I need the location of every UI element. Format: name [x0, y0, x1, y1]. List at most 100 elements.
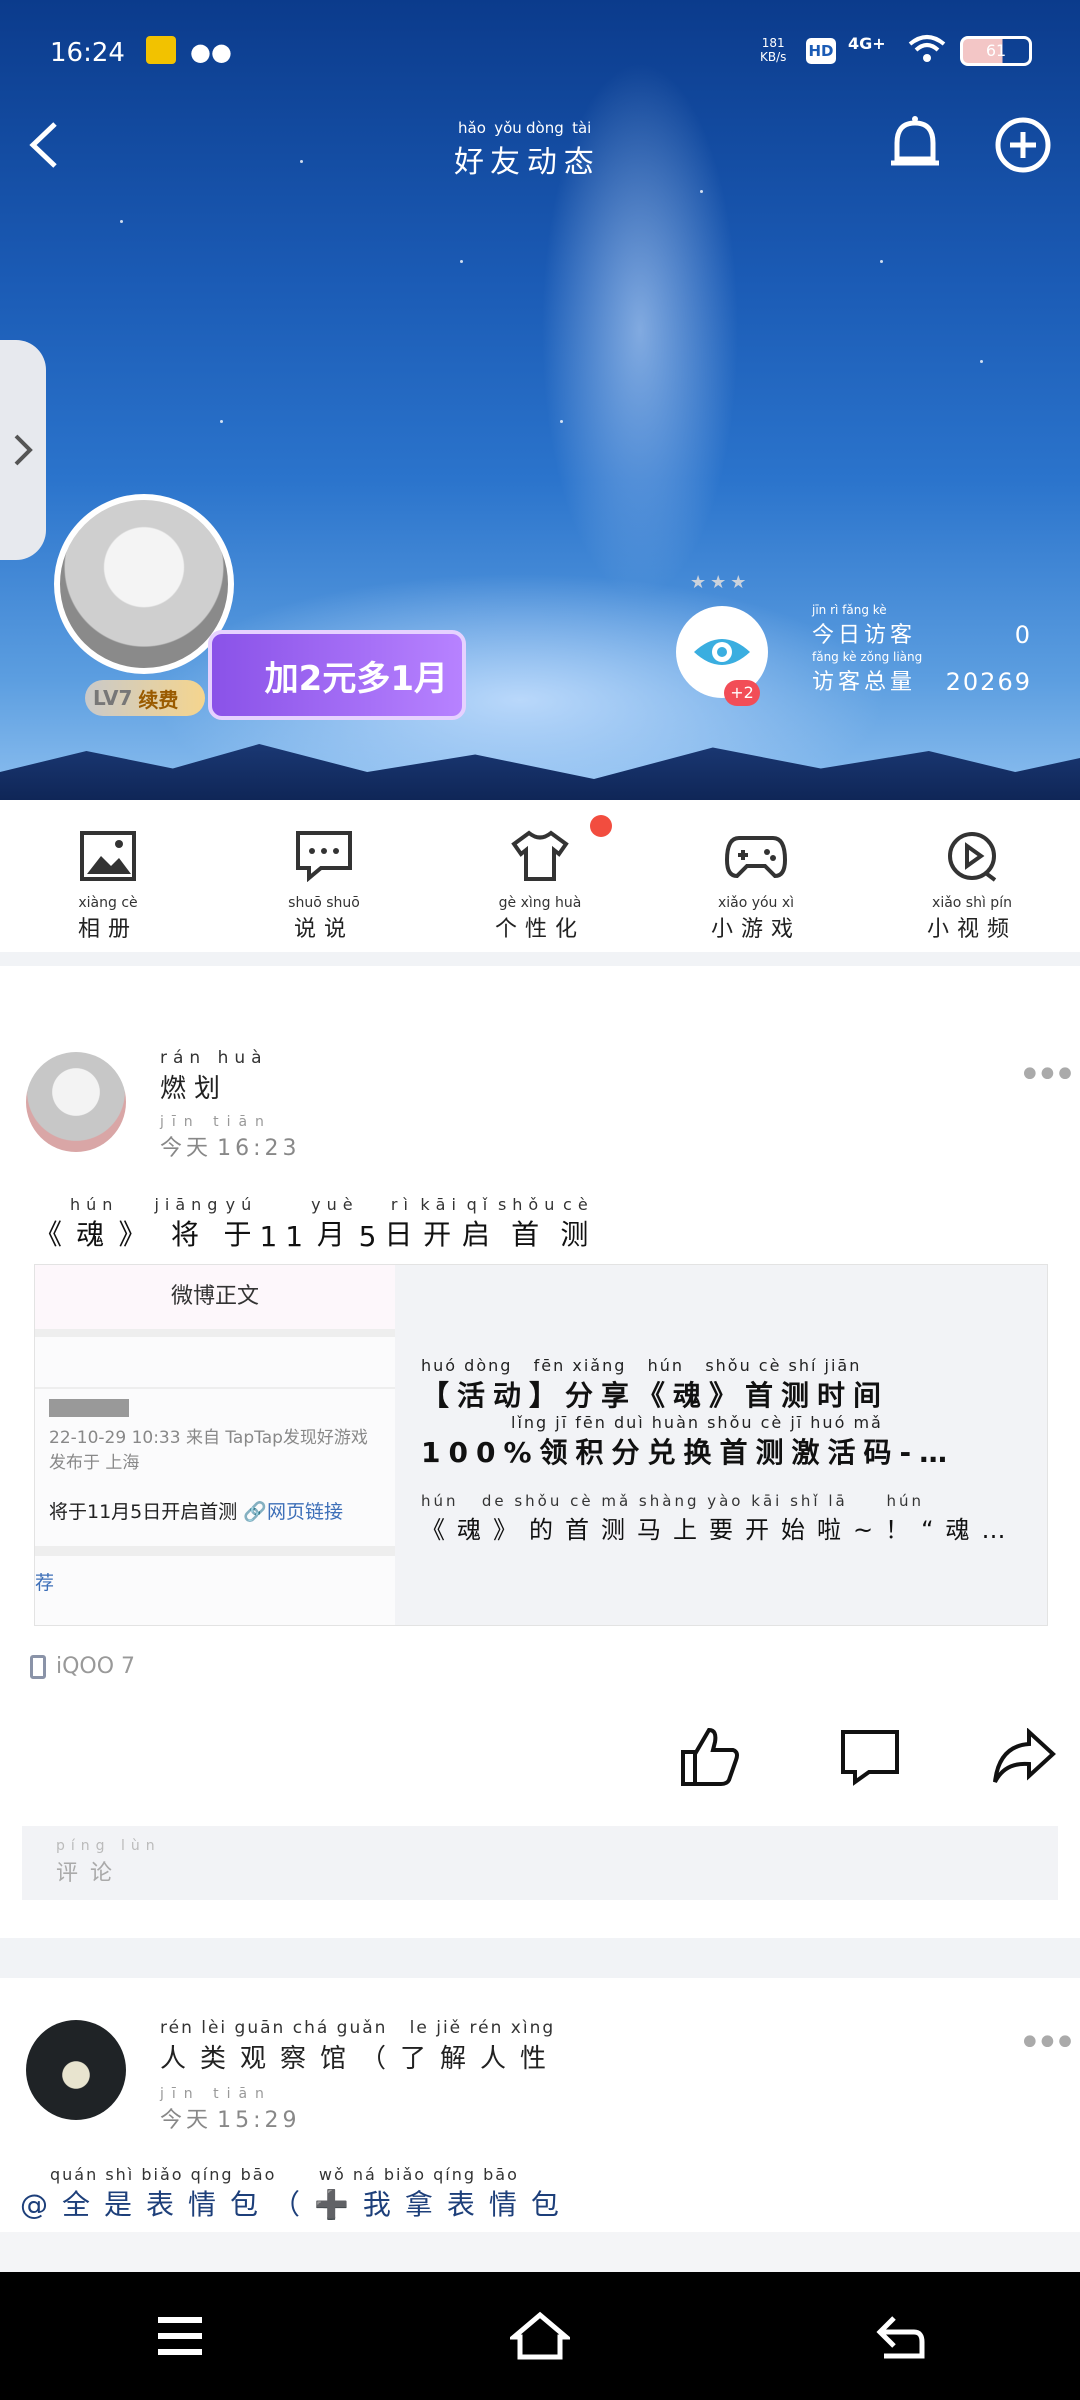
net-speed-unit: KB/s: [760, 50, 787, 64]
page-title: hǎo 好 yǒu 友 dòng 动 tài 态: [454, 120, 600, 181]
post-text-char-pinyin: [359, 1203, 385, 1220]
post-text: 《 hún 魂 》 jiāng 将 yú 于 11 yuè 月 5 rì 日 kāi 开 qǐ 启 shǒu 首…: [34, 1196, 596, 1253]
share-button[interactable]: [984, 1722, 1064, 1792]
post-text-char: kāi 开: [420, 1196, 462, 1253]
mountain-silhouette: [0, 744, 1080, 800]
back-button[interactable]: [14, 110, 74, 180]
title-char: hǎo 好: [454, 120, 490, 181]
timestamp-time: 15:29: [217, 2108, 301, 2133]
post-text-char-pinyin: hún: [70, 1195, 119, 1214]
nav-shuoshuo-label: 说说: [293, 917, 354, 942]
section-divider: [0, 1938, 1080, 1978]
renew-text: 续费: [138, 687, 179, 712]
status-time: 16:24: [50, 38, 125, 68]
total-visitors-label: 访客总量: [812, 670, 917, 695]
personalize-notification-dot: [590, 815, 612, 837]
nav-album[interactable]: xiàng cè 相册: [0, 800, 216, 952]
post-text-char: yuè 月: [311, 1196, 358, 1253]
plus-circle-icon: [995, 117, 1051, 173]
nav-personalize[interactable]: gè xìng huà 个性化: [432, 800, 648, 952]
feature-nav: xiàng cè 相册 shuō shuō 说说 gè xìng huà 个性化…: [0, 800, 1080, 952]
comment-placeholder: 评论: [56, 1861, 125, 1886]
nav-videos[interactable]: xiǎo shì pín 小视频: [864, 800, 1080, 952]
author-name-text: 人类观察馆（了解人性: [160, 2044, 561, 2074]
title-char-text: 好: [454, 145, 490, 180]
post-text-char-pinyin: jiāng: [154, 1195, 224, 1214]
thumb-meta: 22-10-29 10:33 来自 TapTap发现好游戏: [49, 1428, 368, 1448]
notification-bell-button[interactable]: [880, 110, 950, 180]
system-navigation-bar: [0, 2272, 1080, 2400]
post-author-avatar[interactable]: [26, 1052, 126, 1152]
menu-icon: [158, 2317, 202, 2355]
link-title-line1: 【活动】分享《魂》首测时间: [421, 1379, 890, 1412]
post-text-char-text: 11: [259, 1220, 312, 1253]
post-text-char-text: 日: [384, 1218, 421, 1251]
like-button[interactable]: [670, 1722, 750, 1792]
link-title-line1-pinyin: huó dòng fēn xiǎng hún shǒu cè shí jiān: [421, 1356, 862, 1375]
timestamp-pinyin: jīn tiān: [160, 2086, 272, 2102]
thumb-body: 将于11月5日开启首测: [49, 1501, 238, 1523]
post-text-char-text: 《: [34, 1218, 71, 1251]
today-visitors-value: 0: [1014, 621, 1032, 649]
menu-button[interactable]: [140, 2296, 220, 2376]
nav-minigames-label: 小游戏: [710, 917, 801, 942]
post-text-char: rì 日: [384, 1196, 420, 1253]
post-author-avatar[interactable]: [26, 2020, 126, 2120]
side-drawer-tab[interactable]: [0, 340, 46, 560]
post-text-char: hún 魂: [70, 1196, 118, 1253]
post-text-char-pinyin: yú: [225, 1195, 258, 1214]
comment-icon: [841, 1730, 899, 1786]
post-author-name[interactable]: rán huà 燃划: [160, 1048, 268, 1105]
post-timestamp: jīn tiān 今天 16:23: [160, 1114, 301, 1162]
post-text-char-text: 月: [316, 1218, 353, 1251]
post-timestamp: jīn tiān 今天 15:29: [160, 2086, 301, 2134]
timestamp-time: 16:23: [217, 1136, 301, 1161]
home-button[interactable]: [500, 2296, 580, 2376]
nav-shuoshuo[interactable]: shuō shuō 说说: [216, 800, 432, 952]
post-text-char: cè 测: [560, 1196, 596, 1253]
hd-icon: HD: [806, 38, 836, 64]
visitor-new-badge: +2: [724, 680, 760, 706]
thumb-header: 微博正文: [35, 1265, 395, 1329]
post-text-char-pinyin: [259, 1203, 311, 1220]
link-thumbnail: 微博正文 22-10-29 10:33 来自 TapTap发现好游戏 发布于 上…: [35, 1265, 395, 1625]
visitor-stats: jīn rì fǎng kè 今日访客 0 fǎng kè zǒng liàng…: [812, 604, 1032, 697]
battery-icon: 61: [960, 36, 1032, 66]
comment-input[interactable]: píng lùn 评论: [22, 1826, 1058, 1900]
post-text-char-pinyin: kāi: [420, 1195, 462, 1214]
post-text-char-text: 将: [170, 1218, 207, 1251]
bell-icon: [891, 116, 939, 166]
total-visitors-value: 20269: [945, 668, 1032, 696]
title-char: dòng 动: [526, 120, 564, 181]
nav-album-label: 相册: [77, 917, 138, 942]
nav-minigames-pinyin: xiǎo yóu xì: [717, 895, 795, 911]
video-icon: [948, 832, 997, 882]
album-icon: [80, 831, 136, 881]
more-options-icon[interactable]: •••: [1018, 1052, 1077, 1098]
more-options-icon[interactable]: •••: [1018, 2020, 1077, 2066]
comment-button[interactable]: [830, 1722, 910, 1792]
post-text-char: 5: [359, 1203, 385, 1253]
today-visitors-label: 今日访客: [812, 623, 917, 648]
link-title-line2-pinyin: lǐng jī fēn duì huàn shǒu cè jī huó mǎ: [511, 1413, 883, 1432]
vip-level-badge[interactable]: LV7 续费: [85, 680, 205, 716]
timestamp-day: 今天: [160, 1136, 213, 1161]
next-row-faded: [0, 2232, 1080, 2272]
post-text-char-pinyin: rì: [390, 1195, 414, 1214]
title-char-text: 态: [563, 145, 600, 180]
profile-avatar[interactable]: [54, 494, 234, 674]
add-button[interactable]: [988, 110, 1058, 180]
post-text-content: @全是表情包（➕我拿表情包: [20, 2188, 573, 2221]
post-text-char: 《: [34, 1196, 70, 1253]
share-icon: [993, 1728, 1056, 1783]
post-author-name[interactable]: rén lèi guān chá guǎn le jiě rén xìng 人类…: [160, 2018, 560, 2075]
back-system-button[interactable]: [860, 2296, 940, 2376]
post-text-char-text: 5: [358, 1220, 385, 1253]
timestamp-pinyin: jīn tiān: [160, 1114, 272, 1130]
promo-banner[interactable]: 加2元多1月: [208, 630, 466, 720]
title-char: yǒu 友: [490, 120, 526, 181]
shared-link-card[interactable]: 微博正文 22-10-29 10:33 来自 TapTap发现好游戏 发布于 上…: [34, 1264, 1048, 1626]
title-char-text: 动: [526, 145, 563, 180]
rating-stars-icon: ★★★: [690, 572, 751, 593]
nav-minigames[interactable]: xiǎo yóu xì 小游戏: [648, 800, 864, 952]
